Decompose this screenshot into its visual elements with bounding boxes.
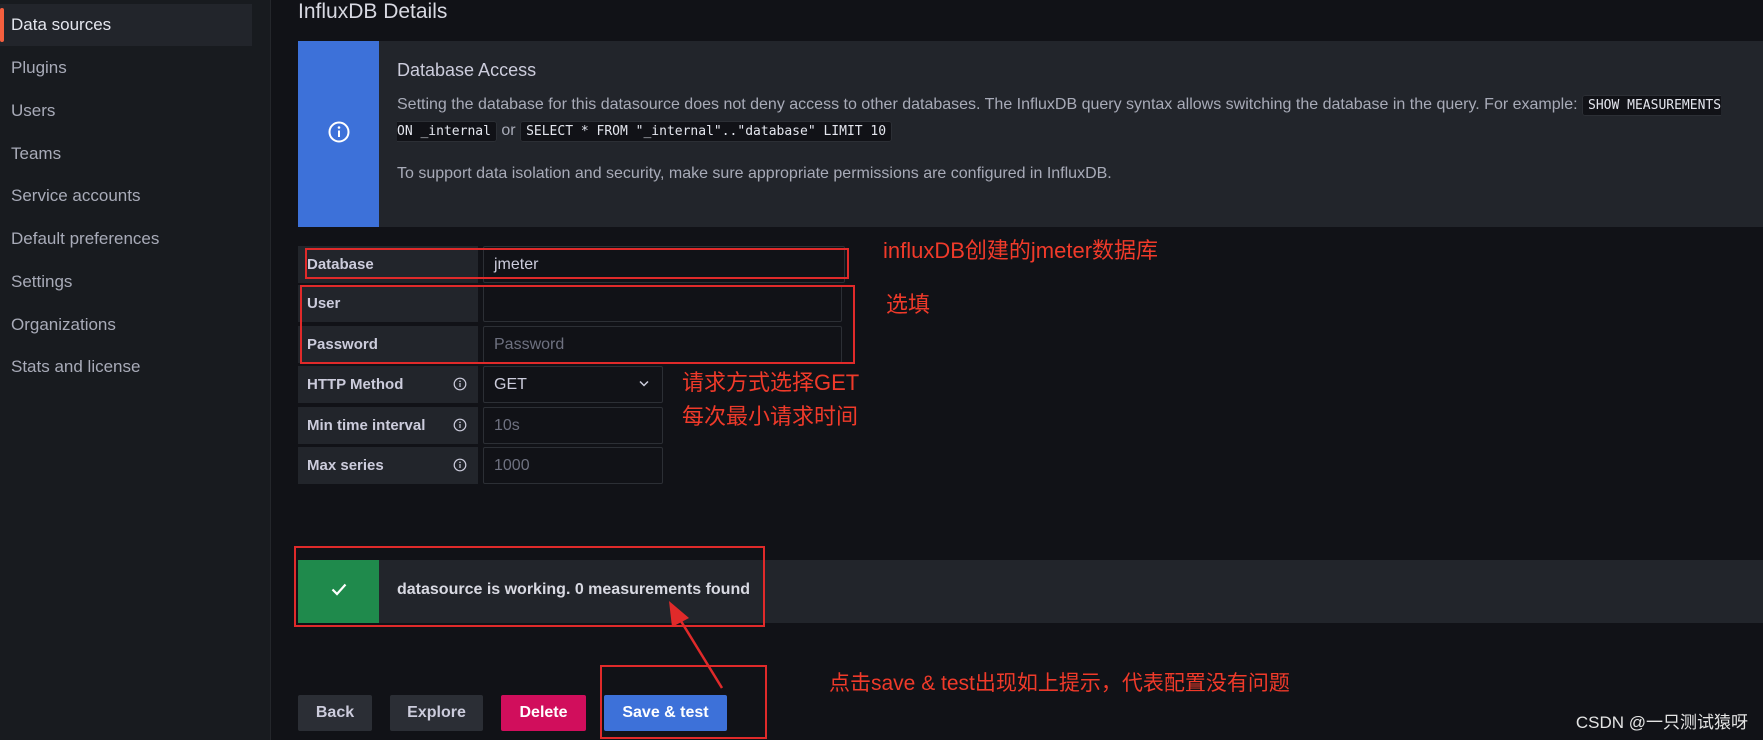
watermark: CSDN @一只测试猿呀: [1575, 713, 1748, 732]
annotation-arrow: [669, 601, 724, 689]
